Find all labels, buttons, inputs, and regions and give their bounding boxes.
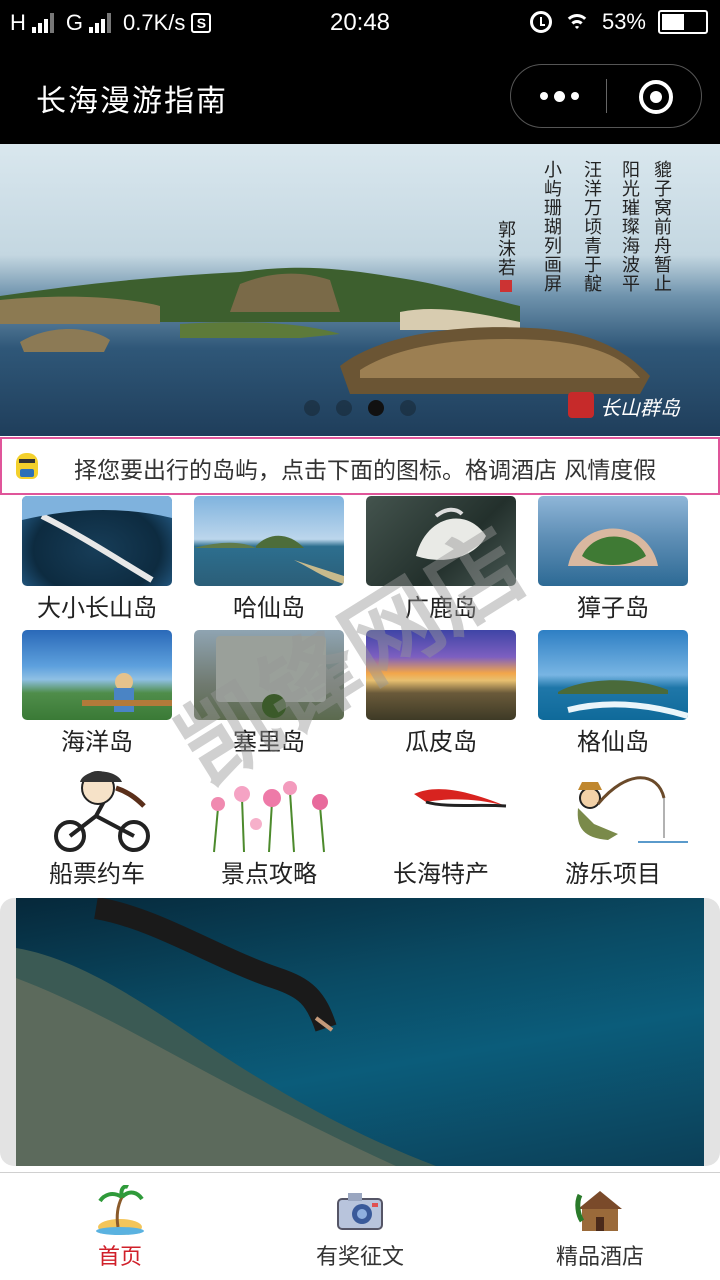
island-name: 海洋岛 xyxy=(61,728,133,756)
dot-icon xyxy=(539,92,548,100)
service-scenic-guide[interactable]: 景点攻略 xyxy=(184,768,354,893)
carousel-dot[interactable] xyxy=(400,400,416,416)
island-item-gexian[interactable]: 格仙岛 xyxy=(538,630,688,756)
service-local-specialties[interactable]: 长海特产 xyxy=(356,768,526,893)
close-miniprogram-button[interactable] xyxy=(639,80,673,114)
capsule-divider xyxy=(606,79,607,113)
battery-icon xyxy=(658,10,708,34)
banner-logo-text: 长山群岛 xyxy=(600,396,680,420)
palm-island-icon xyxy=(96,1185,144,1235)
service-label: 长海特产 xyxy=(393,860,489,888)
alarm-icon xyxy=(529,11,552,33)
camera-icon xyxy=(337,1193,383,1230)
carousel-indicators xyxy=(304,400,416,416)
navigation-bar: 长海漫游指南 xyxy=(0,48,720,144)
carousel-dot[interactable] xyxy=(336,400,352,416)
carousel-dot[interactable] xyxy=(304,400,320,416)
battery-percent: 53% xyxy=(601,9,646,34)
notice-ticker[interactable]: 择您要出行的岛屿，点击下面的图标。格调酒店 风情度假 xyxy=(0,437,720,495)
cabin-icon xyxy=(575,1191,622,1231)
service-entertainment[interactable]: 游乐项目 xyxy=(528,768,698,893)
island-name: 格仙岛 xyxy=(577,728,649,756)
poem-line: 阳光璀璨海波平 xyxy=(619,160,640,293)
page-title: 长海漫游指南 xyxy=(36,84,228,119)
tab-label: 有奖征文 xyxy=(315,1245,404,1270)
cyclist-icon xyxy=(54,771,150,852)
dot-icon xyxy=(553,90,565,102)
bottom-tab-bar: 首页 有奖征文 精品酒店 xyxy=(0,1172,720,1280)
seal-stamp xyxy=(500,280,512,292)
tab-label: 精品酒店 xyxy=(555,1245,644,1270)
carousel-dot[interactable] xyxy=(368,400,384,416)
service-label: 游乐项目 xyxy=(565,860,661,888)
service-ticket-car[interactable]: 船票约车 xyxy=(12,768,182,893)
island-item-haiyang[interactable]: 海洋岛 xyxy=(22,630,172,756)
more-options-button[interactable] xyxy=(511,65,607,127)
poem-line: 貔子窝前舟暂止 xyxy=(651,160,672,293)
service-label: 船票约车 xyxy=(49,860,145,888)
dot-icon xyxy=(570,92,579,100)
island-thumbnail xyxy=(22,496,172,586)
tab-label: 首页 xyxy=(97,1245,142,1270)
tab-boutique-hotel[interactable]: 精品酒店 xyxy=(480,1173,720,1280)
fishing-icon xyxy=(577,776,688,843)
banner-carousel[interactable]: 貔子窝前舟暂止 阳光璀璨海波平 汪洋万顷青于靛 小屿珊瑚列画屏 郭沫若 长山群岛 xyxy=(0,144,720,436)
underwater-diver-image xyxy=(16,898,704,1166)
service-label: 景点攻略 xyxy=(221,860,317,888)
flowers-icon xyxy=(211,781,328,853)
wifi-icon xyxy=(563,12,590,32)
island-item-daxiaochangshan[interactable]: 大小长山岛 xyxy=(22,496,172,622)
brand-badge-icon xyxy=(568,392,594,418)
tab-home[interactable]: 首页 xyxy=(0,1173,240,1280)
island-thumbnail xyxy=(194,496,344,586)
status-bar: H G 0.7K/s S 20:48 53% xyxy=(0,0,720,48)
island-item-haxian[interactable]: 哈仙岛 xyxy=(194,496,344,622)
menu-capsule xyxy=(510,64,702,128)
poem-line: 汪洋万顷青于靛 xyxy=(581,160,602,293)
poem-author: 郭沫若 xyxy=(495,220,516,277)
fish-icon xyxy=(414,789,507,808)
poem-line: 小屿珊瑚列画屏 xyxy=(541,160,562,293)
minion-icon xyxy=(16,453,38,479)
notice-text: 择您要出行的岛屿，点击下面的图标。格调酒店 风情度假 xyxy=(74,458,657,484)
featured-image-card[interactable] xyxy=(0,898,720,1166)
island-thumbnail xyxy=(22,630,172,720)
island-thumbnail xyxy=(538,630,688,720)
island-name: 瓜皮岛 xyxy=(405,728,477,756)
tab-essay-contest[interactable]: 有奖征文 xyxy=(240,1173,480,1280)
island-name: 大小长山岛 xyxy=(37,594,157,622)
